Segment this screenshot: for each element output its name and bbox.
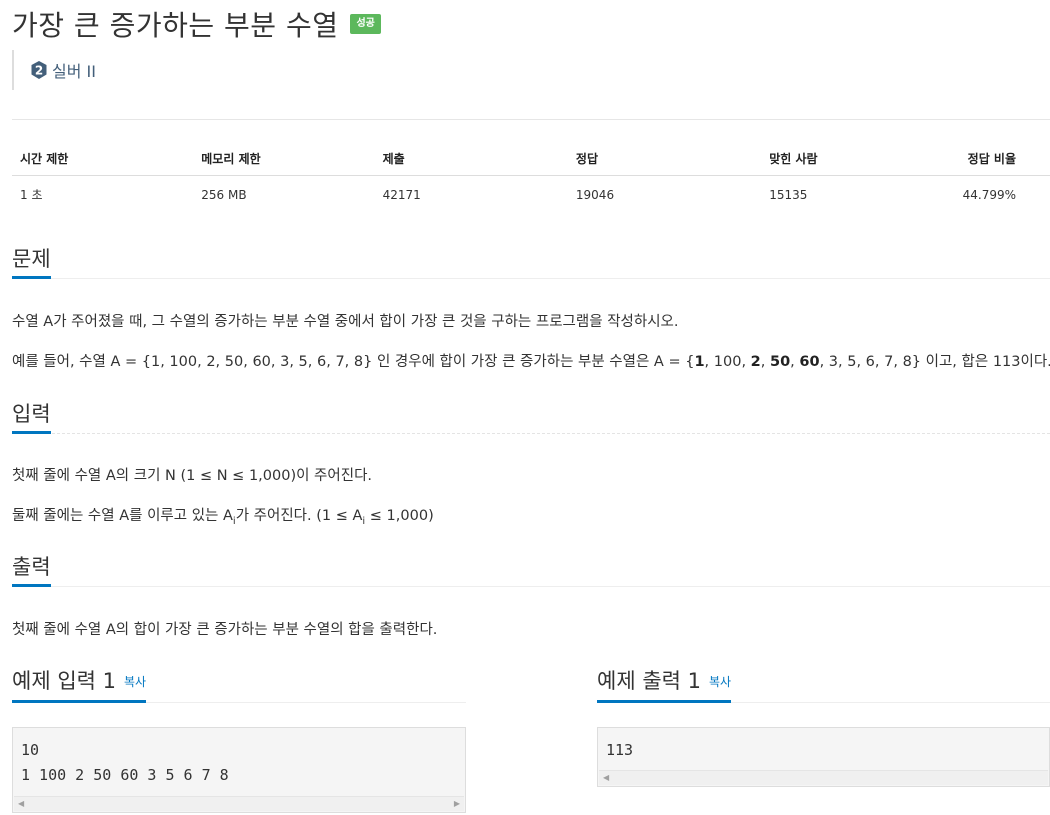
scroll-left-icon[interactable]: ◀ — [18, 800, 24, 808]
info-value-row: 1 초 256 MB 42171 19046 15135 44.799% — [12, 176, 1050, 214]
input-paragraph-1: 첫째 줄에 수열 A의 크기 N (1 ≤ N ≤ 1,000)이 주어진다. — [12, 468, 373, 484]
value-time-limit: 1 초 — [20, 188, 43, 202]
output-section-head: 출력 — [12, 552, 1050, 587]
header-time-limit: 시간 제한 — [12, 119, 194, 176]
scroll-left-icon[interactable]: ◀ — [603, 774, 609, 782]
sample-output-copy-link[interactable]: 복사 — [709, 675, 731, 689]
sample-output-box: 113 ◀ — [597, 727, 1050, 787]
value-solved-users: 15135 — [769, 187, 808, 202]
output-section: 출력 첫째 줄에 수열 A의 합이 가장 큰 증가하는 부분 수열의 합을 출력… — [12, 552, 1050, 638]
sample-output-head: 예제 출력 1 복사 — [597, 666, 1050, 703]
value-accepted: 19046 — [575, 187, 615, 202]
sample-output-content: 113 — [606, 741, 634, 759]
sample-input-content: 10 1 100 2 50 60 3 5 6 7 8 — [21, 741, 229, 784]
header-accept-ratio: 정답 비율 — [954, 119, 1050, 176]
output-section-title: 출력 — [12, 557, 51, 587]
value-memory-limit: 256 MB — [201, 187, 247, 202]
status-badge: 성공 — [350, 14, 381, 34]
header-memory-limit: 메모리 제한 — [193, 119, 375, 176]
problem-paragraph-2: 예를 들어, 수열 A = {1, 100, 2, 50, 60, 3, 5, … — [12, 354, 1050, 370]
header-submissions: 제출 — [374, 119, 568, 176]
sample-input-title: 예제 입력 1 복사 — [12, 671, 147, 703]
sample-input-scrollbar[interactable]: ◀ ▶ — [14, 796, 464, 811]
sample-input-head: 예제 입력 1 복사 — [12, 666, 466, 703]
tier-box[interactable]: 2 실버 II — [12, 50, 96, 90]
problem-section-head: 문제 — [12, 240, 1050, 279]
input-section-head: 입력 — [12, 398, 1050, 434]
input-paragraph-2: 둘째 줄에는 수열 A를 이루고 있는 Ai가 주어진다. (1 ≤ Ai ≤ … — [12, 508, 434, 527]
value-accept-ratio: 44.799% — [962, 187, 1016, 202]
scroll-right-icon[interactable]: ▶ — [454, 800, 460, 808]
problem-section-title: 문제 — [12, 249, 51, 279]
problem-paragraph-1: 수열 A가 주어졌을 때, 그 수열의 증가하는 부분 수열 중에서 합이 가장… — [12, 314, 679, 330]
silver-tier-icon: 2 — [30, 60, 48, 80]
problem-info-table: 시간 제한 메모리 제한 제출 정답 맞힌 사람 정답 비율 1 초 256 M… — [12, 119, 1050, 213]
title-row: 가장 큰 증가하는 부분 수열 성공 — [12, 4, 381, 44]
sample-input-box: 10 1 100 2 50 60 3 5 6 7 8 ◀ ▶ — [12, 727, 466, 813]
sample-output-title: 예제 출력 1 복사 — [597, 671, 732, 703]
sample-output-scrollbar[interactable]: ◀ — [599, 770, 1048, 785]
tier-label: 실버 II — [52, 62, 96, 81]
problem-section: 문제 수열 A가 주어졌을 때, 그 수열의 증가하는 부분 수열 중에서 합이… — [12, 240, 1050, 370]
header-accepted: 정답 — [567, 119, 762, 176]
sample-output-block: 예제 출력 1 복사 113 ◀ — [597, 666, 1050, 787]
problem-page: 가장 큰 증가하는 부분 수열 성공 2 실버 II 시간 제한 메모리 제한 … — [0, 0, 1050, 815]
value-submissions: 42171 — [382, 187, 421, 202]
input-section-title: 입력 — [12, 404, 51, 434]
sample-input-copy-link[interactable]: 복사 — [124, 675, 146, 689]
tier-number: 2 — [35, 64, 43, 78]
input-section: 입력 첫째 줄에 수열 A의 크기 N (1 ≤ N ≤ 1,000)이 주어진… — [12, 398, 1050, 527]
problem-title: 가장 큰 증가하는 부분 수열 — [12, 9, 339, 42]
output-paragraph-1: 첫째 줄에 수열 A의 합이 가장 큰 증가하는 부분 수열의 합을 출력한다. — [12, 622, 438, 638]
header-solved-users: 맞힌 사람 — [761, 119, 955, 176]
sample-input-block: 예제 입력 1 복사 10 1 100 2 50 60 3 5 6 7 8 ◀ ▶ — [12, 666, 466, 813]
info-header-row: 시간 제한 메모리 제한 제출 정답 맞힌 사람 정답 비율 — [12, 119, 1050, 176]
